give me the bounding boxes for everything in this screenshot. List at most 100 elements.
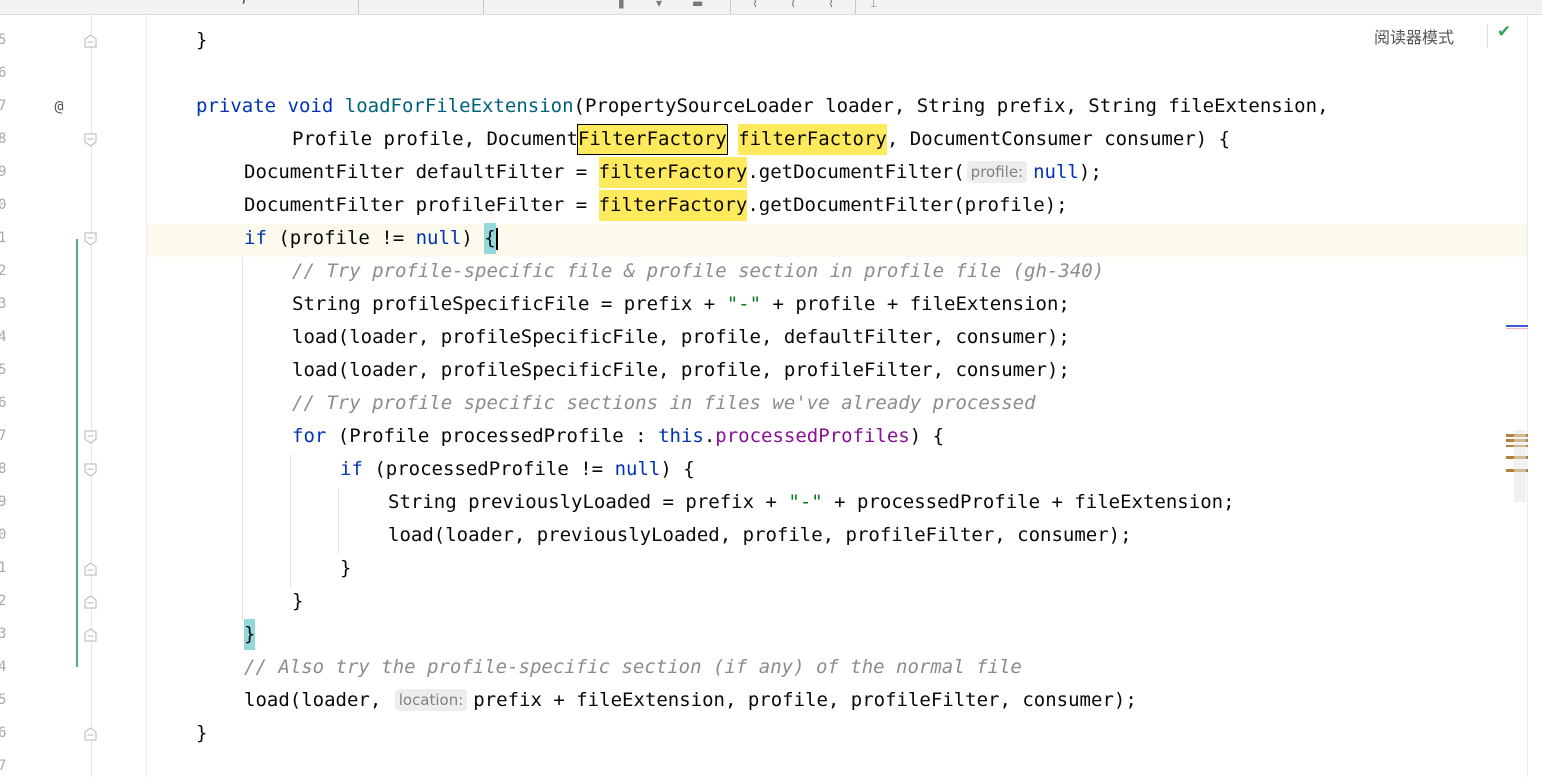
scrollbar-thumb[interactable] (1514, 430, 1526, 502)
keyword-token: null (614, 458, 661, 480)
code-token: DocumentFilter defaultFilter = (244, 161, 599, 183)
indent-guide (242, 257, 243, 620)
code-token: String profileSpecificFile = prefix + (292, 293, 727, 315)
toolbar-icon[interactable]: ⌇ (790, 0, 796, 10)
string-token: "-" (726, 293, 762, 315)
editor-toolbar: ; ▮ ▾ ▬ ⌇ ⌇ ⌇ ⌶ (0, 0, 1542, 15)
vcs-change-marker[interactable] (76, 239, 78, 667)
line-number[interactable]: 3 (0, 618, 18, 651)
reader-mode-button[interactable]: 阅读器模式 (1374, 24, 1454, 48)
toolbar-icon[interactable]: ▮ (618, 0, 625, 10)
code-line: if (processedProfile != null) { (340, 453, 695, 486)
line-number[interactable]: 1 (0, 552, 18, 585)
matched-brace: } (244, 619, 256, 650)
toolbar-icon[interactable]: ⌶ (870, 0, 877, 11)
code-line: } (340, 557, 352, 579)
line-number[interactable]: 8 (0, 123, 18, 156)
code-token: . (703, 425, 716, 447)
error-stripe-mark[interactable] (1506, 328, 1528, 329)
toolbar-separator (730, 0, 731, 14)
code-line: DocumentFilter defaultFilter = filterFac… (244, 156, 1102, 189)
code-line: Profile profile, DocumentFilterFactory f… (292, 123, 1230, 156)
keyword-token: for (292, 425, 327, 447)
code-token: ) { (660, 458, 695, 480)
code-line: if (profile != null) { (244, 222, 498, 255)
line-number[interactable]: 4 (0, 321, 18, 354)
fold-end-icon[interactable] (84, 628, 97, 642)
vertical-scrollbar[interactable] (1506, 15, 1542, 777)
line-number[interactable]: 9 (0, 486, 18, 519)
editor-gutter: 5 6 7 8 9 0 1 2 3 4 5 6 7 8 9 0 1 2 3 4 … (0, 15, 147, 777)
line-number[interactable]: 2 (0, 255, 18, 288)
code-line: } (196, 24, 207, 57)
code-token: .getDocumentFilter(profile); (747, 194, 1068, 216)
line-number[interactable]: 8 (0, 453, 18, 486)
keyword-token: null (415, 227, 462, 249)
line-number[interactable]: 5 (0, 354, 18, 387)
line-number[interactable]: 4 (0, 651, 18, 684)
code-line: } (244, 618, 256, 651)
toolbar-icon[interactable]: ⌇ (828, 0, 834, 10)
toolbar-icon[interactable]: ▬ (692, 0, 703, 10)
parameter-hint: location: (394, 689, 468, 711)
line-number[interactable]: 2 (0, 585, 18, 618)
brace-token: } (196, 29, 208, 51)
code-line: } (196, 722, 208, 744)
code-line: load(loader, profileSpecificFile, profil… (292, 326, 1070, 348)
keyword-token: this (658, 425, 704, 447)
line-number[interactable]: 7 (0, 750, 18, 783)
line-number[interactable]: 6 (0, 717, 18, 750)
line-number[interactable]: 5 (0, 684, 18, 717)
code-line: load(loader, previouslyLoaded, profile, … (388, 524, 1132, 546)
line-number[interactable]: 9 (0, 156, 18, 189)
inspection-ok-icon[interactable]: ✔ (1497, 22, 1511, 42)
fold-guide-line (91, 15, 92, 777)
code-token: ); (1078, 161, 1102, 183)
line-number[interactable]: 6 (0, 387, 18, 420)
toolbar-separator (483, 0, 484, 14)
variable-highlight-token: filterFactory (598, 157, 748, 188)
line-number[interactable]: 3 (0, 288, 18, 321)
line-number[interactable]: 7 (0, 90, 18, 123)
line-number[interactable]: 5 (0, 24, 18, 57)
code-token: , DocumentConsumer consumer) { (886, 128, 1231, 150)
indent-guide (338, 488, 339, 554)
code-token: (profile != (266, 227, 416, 249)
toolbar-icon[interactable]: ▾ (656, 0, 662, 10)
code-token: .getDocumentFilter( (747, 161, 965, 183)
keyword-token: null (1033, 161, 1079, 183)
fold-end-icon[interactable] (84, 34, 97, 48)
fold-start-icon[interactable] (84, 463, 97, 477)
param-highlight-token: filterFactory (738, 124, 887, 155)
line-number[interactable]: 6 (0, 57, 18, 90)
fold-start-icon[interactable] (84, 133, 97, 147)
line-number[interactable]: 7 (0, 420, 18, 453)
comment-line: // Try profile-specific file & profile s… (292, 260, 1105, 282)
variable-highlight-token: filterFactory (598, 190, 748, 221)
type-highlight-token: FilterFactory (576, 124, 728, 155)
code-token: String previouslyLoaded = prefix + (388, 491, 789, 513)
line-number[interactable]: 1 (0, 222, 18, 255)
fold-end-icon[interactable] (84, 727, 97, 741)
field-token: processedProfiles (715, 425, 910, 447)
code-token: DocumentFilter profileFilter = (244, 194, 599, 216)
line-number[interactable]: 0 (0, 189, 18, 222)
code-line: load(loader, location: prefix + fileExten… (244, 684, 1137, 717)
widget-separator (1487, 24, 1488, 48)
code-token: + processedProfile + fileExtension; (822, 491, 1235, 513)
toolbar-icon[interactable]: ⌇ (752, 0, 758, 10)
keyword-token: private (196, 95, 277, 117)
fold-end-icon[interactable] (84, 595, 97, 609)
line-number[interactable]: 0 (0, 519, 18, 552)
fold-end-icon[interactable] (84, 562, 97, 576)
code-overflow-ghost: ; (240, 0, 248, 6)
code-line: private void loadForFileExtension(Proper… (196, 90, 1329, 123)
fold-start-icon[interactable] (84, 232, 97, 246)
code-token: load(loader, (244, 689, 393, 711)
error-stripe-mark[interactable] (1506, 325, 1528, 327)
toolbar-separator (855, 0, 856, 14)
fold-start-icon[interactable] (84, 430, 97, 444)
override-annotation-icon[interactable]: @ (50, 90, 68, 123)
code-line: for (Profile processedProfile : this.pro… (292, 420, 944, 453)
text-cursor (495, 227, 498, 250)
